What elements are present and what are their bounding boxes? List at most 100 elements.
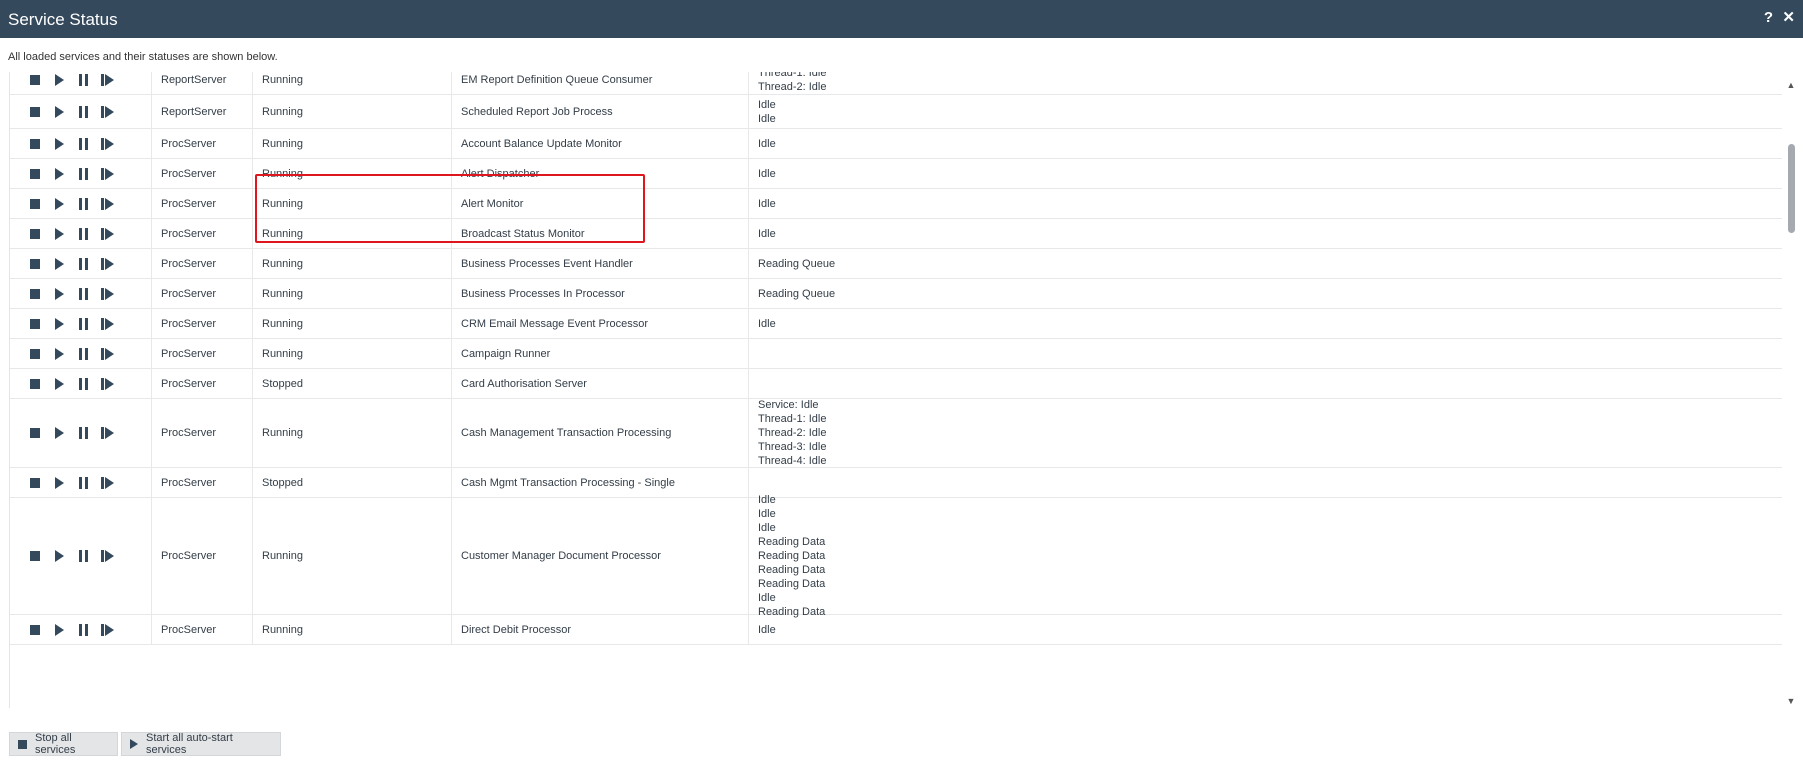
step-button[interactable] <box>95 226 119 242</box>
step-button[interactable] <box>95 136 119 152</box>
detail-line: Thread-4: Idle <box>758 455 827 467</box>
stop-button[interactable] <box>23 72 47 88</box>
details-cell: Idle Idle <box>748 95 1782 128</box>
pause-button[interactable] <box>71 286 95 302</box>
start-button[interactable] <box>47 346 71 362</box>
stop-button[interactable] <box>23 548 47 564</box>
scroll-up-arrow-icon[interactable]: ▲ <box>1786 80 1796 90</box>
step-button[interactable] <box>95 104 119 120</box>
pause-button[interactable] <box>71 104 95 120</box>
table-row: ProcServer Running Business Processes In P… <box>10 279 1782 309</box>
start-button[interactable] <box>47 286 71 302</box>
step-button[interactable] <box>95 286 119 302</box>
detail-line: Thread-3: Idle <box>758 441 827 453</box>
server-cell: ProcServer <box>151 249 252 278</box>
server-cell: ProcServer <box>151 399 252 467</box>
pause-icon <box>78 476 88 489</box>
scroll-thumb[interactable] <box>1788 144 1795 233</box>
stop-icon <box>30 348 40 359</box>
services-table[interactable]: ReportServer Running EM Report Definition … <box>9 72 1782 708</box>
start-button[interactable] <box>47 226 71 242</box>
close-button[interactable]: ✕ <box>1782 9 1795 27</box>
pause-button[interactable] <box>71 475 95 491</box>
table-row: ReportServer Running Scheduled Report Job … <box>10 95 1782 129</box>
stop-button[interactable] <box>23 104 47 120</box>
pause-button[interactable] <box>71 622 95 638</box>
pause-icon <box>78 377 88 390</box>
stop-button[interactable] <box>23 256 47 272</box>
detail-line: Idle <box>758 167 776 180</box>
pause-button[interactable] <box>71 166 95 182</box>
step-button[interactable] <box>95 475 119 491</box>
scroll-down-arrow-icon[interactable]: ▼ <box>1786 696 1796 706</box>
details-cell <box>748 369 1782 398</box>
pause-button[interactable] <box>71 346 95 362</box>
step-button[interactable] <box>95 196 119 212</box>
stop-button[interactable] <box>23 166 47 182</box>
vertical-scrollbar[interactable]: ▲ ▼ <box>1782 72 1800 708</box>
play-icon <box>54 257 64 270</box>
pause-button[interactable] <box>71 376 95 392</box>
start-button[interactable] <box>47 376 71 392</box>
stop-button[interactable] <box>23 346 47 362</box>
help-button[interactable]: ? <box>1764 9 1773 27</box>
pause-button[interactable] <box>71 425 95 441</box>
step-button[interactable] <box>95 72 119 88</box>
pause-button[interactable] <box>71 136 95 152</box>
step-button[interactable] <box>95 622 119 638</box>
server-cell: ProcServer <box>151 309 252 338</box>
stop-button[interactable] <box>23 622 47 638</box>
pause-button[interactable] <box>71 72 95 88</box>
start-button[interactable] <box>47 104 71 120</box>
stop-button[interactable] <box>23 286 47 302</box>
pause-button[interactable] <box>71 548 95 564</box>
play-icon <box>54 105 64 118</box>
start-button[interactable] <box>47 196 71 212</box>
stop-button[interactable] <box>23 475 47 491</box>
row-actions <box>10 129 151 158</box>
step-button[interactable] <box>95 346 119 362</box>
stop-icon <box>30 551 40 561</box>
table-row: ProcServer Running Business Processes Even… <box>10 249 1782 279</box>
start-all-auto-start-services-button[interactable]: Start all auto-start services <box>121 732 281 756</box>
stop-button[interactable] <box>23 226 47 242</box>
stop-button[interactable] <box>23 376 47 392</box>
start-button[interactable] <box>47 548 71 564</box>
start-button[interactable] <box>47 622 71 638</box>
stop-all-services-button[interactable]: Stop all services <box>9 732 118 756</box>
details-cell: Idle <box>748 309 1782 338</box>
details-cell <box>748 468 1782 497</box>
status-cell: Running <box>252 309 451 338</box>
pause-button[interactable] <box>71 316 95 332</box>
step-button[interactable] <box>95 166 119 182</box>
start-button[interactable] <box>47 425 71 441</box>
step-icon <box>100 550 114 562</box>
step-button[interactable] <box>95 376 119 392</box>
step-button[interactable] <box>95 316 119 332</box>
row-actions <box>10 189 151 218</box>
status-cell: Running <box>252 72 451 94</box>
pause-button[interactable] <box>71 226 95 242</box>
start-button[interactable] <box>47 475 71 491</box>
stop-button[interactable] <box>23 196 47 212</box>
start-button[interactable] <box>47 72 71 88</box>
stop-button[interactable] <box>23 425 47 441</box>
start-button[interactable] <box>47 316 71 332</box>
pause-icon <box>78 623 88 636</box>
start-button[interactable] <box>47 256 71 272</box>
pause-button[interactable] <box>71 256 95 272</box>
stop-button[interactable] <box>23 316 47 332</box>
step-icon <box>100 427 114 439</box>
service-name-cell: Business Processes Event Handler <box>451 249 748 278</box>
step-button[interactable] <box>95 425 119 441</box>
row-actions <box>10 95 151 128</box>
step-button[interactable] <box>95 548 119 564</box>
stop-all-services-label: Stop all services <box>35 732 76 756</box>
stop-button[interactable] <box>23 136 47 152</box>
start-button[interactable] <box>47 136 71 152</box>
status-cell: Running <box>252 189 451 218</box>
step-button[interactable] <box>95 256 119 272</box>
pause-button[interactable] <box>71 196 95 212</box>
stop-icon <box>30 477 40 488</box>
start-button[interactable] <box>47 166 71 182</box>
